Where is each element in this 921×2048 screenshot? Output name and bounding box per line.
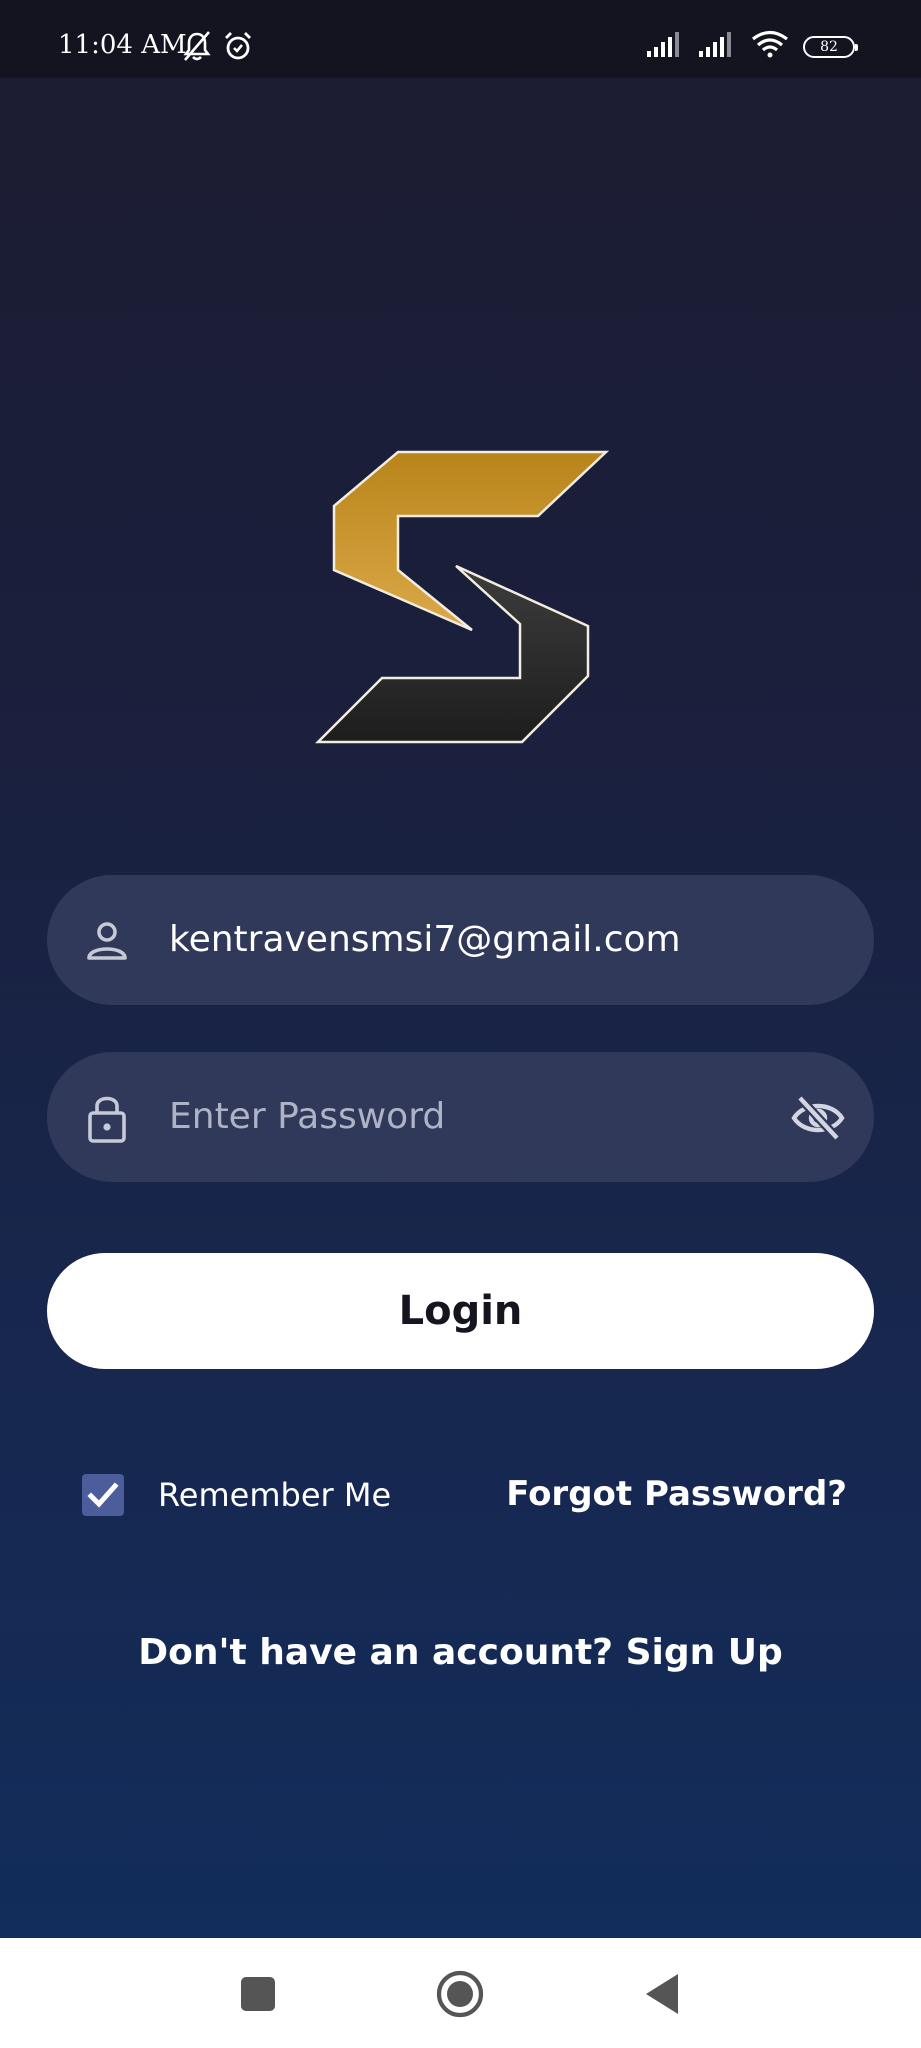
battery-icon: 82 bbox=[803, 35, 858, 58]
login-screen: 11:04 AM 82 kentravensmsi7@gmail.com Ent… bbox=[0, 0, 921, 1938]
password-placeholder: Enter Password bbox=[169, 1096, 446, 1137]
home-button[interactable] bbox=[430, 1966, 490, 2022]
back-triangle-icon bbox=[646, 1974, 678, 2014]
circle-icon bbox=[436, 1970, 484, 2018]
password-field[interactable]: Enter Password bbox=[47, 1052, 874, 1182]
recents-button[interactable] bbox=[228, 1966, 288, 2022]
square-icon bbox=[241, 1977, 275, 2011]
battery-level: 82 bbox=[820, 38, 838, 55]
lock-icon bbox=[81, 1092, 133, 1144]
navigation-bar bbox=[0, 1938, 921, 2048]
status-bar: 11:04 AM 82 bbox=[0, 0, 921, 78]
signup-link[interactable]: Don't have an account? Sign Up bbox=[0, 1630, 921, 1676]
remember-me-checkbox[interactable] bbox=[82, 1474, 124, 1516]
email-field[interactable]: kentravensmsi7@gmail.com bbox=[47, 875, 874, 1005]
signal-icon bbox=[647, 31, 685, 62]
email-value: kentravensmsi7@gmail.com bbox=[169, 919, 681, 960]
wifi-icon bbox=[751, 30, 789, 63]
login-button[interactable]: Login bbox=[47, 1253, 874, 1369]
app-logo bbox=[314, 448, 610, 748]
back-button[interactable] bbox=[632, 1966, 692, 2022]
bell-off-icon bbox=[182, 30, 212, 67]
forgot-password-link[interactable]: Forgot Password? bbox=[506, 1472, 847, 1516]
status-time: 11:04 AM bbox=[58, 30, 187, 60]
signal-icon bbox=[699, 31, 737, 62]
eye-off-icon[interactable] bbox=[790, 1092, 846, 1144]
alarm-icon bbox=[222, 30, 254, 67]
user-icon bbox=[81, 915, 133, 967]
checkmark-icon bbox=[87, 1482, 119, 1508]
remember-me-label[interactable]: Remember Me bbox=[158, 1475, 391, 1515]
